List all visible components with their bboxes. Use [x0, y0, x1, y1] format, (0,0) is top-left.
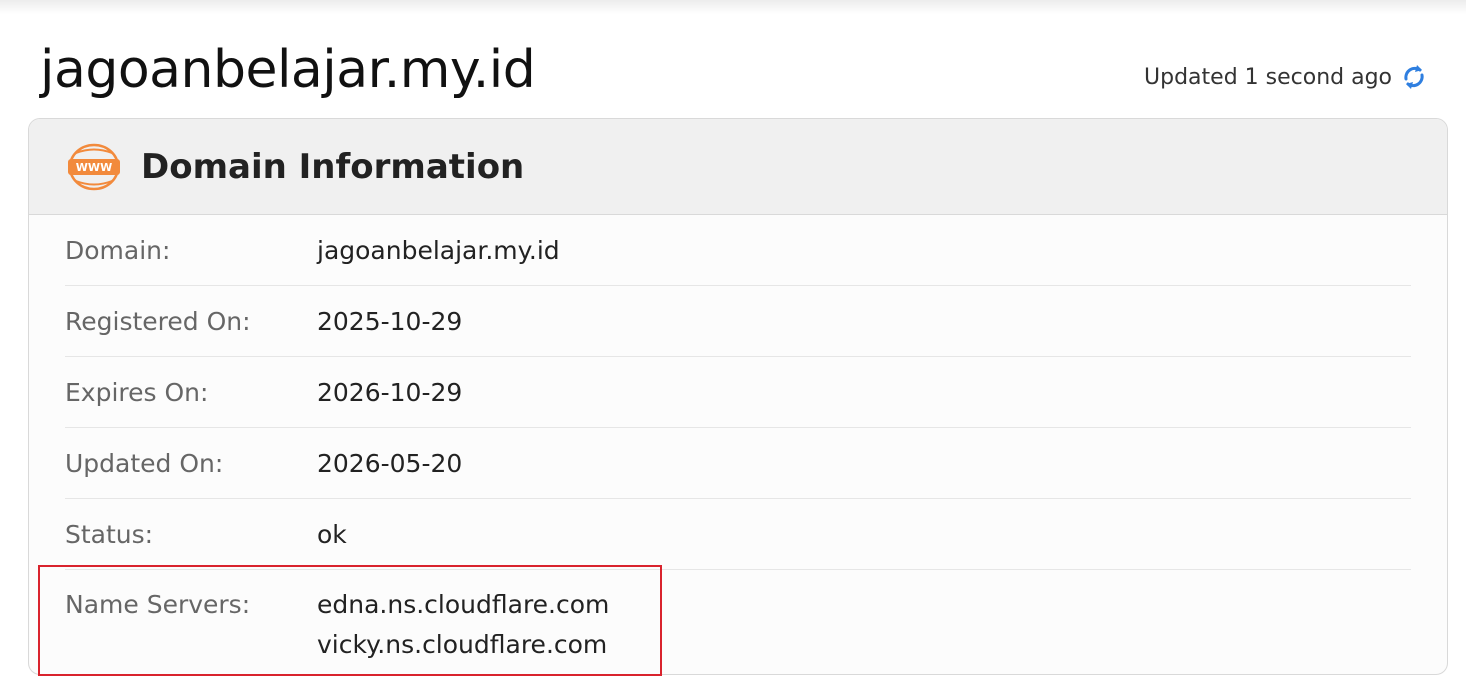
- row-domain: Domain: jagoanbelajar.my.id: [65, 215, 1411, 286]
- card-title: Domain Information: [141, 146, 525, 187]
- name-server-list: edna.ns.cloudflare.com vicky.ns.cloudfla…: [317, 590, 609, 665]
- row-label: Expires On:: [65, 377, 209, 407]
- updated-status: Updated 1 second ago: [1144, 62, 1428, 92]
- www-icon-text: WWW: [76, 161, 112, 174]
- row-label: Registered On:: [65, 306, 251, 336]
- page-title: jagoanbelajar.my.id: [40, 40, 536, 100]
- top-shadow: [0, 0, 1466, 14]
- row-registered-on: Registered On: 2025-10-29: [65, 286, 1411, 357]
- updated-text: Updated 1 second ago: [1144, 64, 1392, 90]
- row-expires-on: Expires On: 2026-10-29: [65, 357, 1411, 428]
- row-value: jagoanbelajar.my.id: [317, 235, 560, 265]
- row-value: 2026-05-20: [317, 448, 463, 478]
- row-value: ok: [317, 519, 347, 549]
- row-updated-on: Updated On: 2026-05-20: [65, 428, 1411, 499]
- row-value: 2026-10-29: [317, 377, 463, 407]
- info-rows: Domain: jagoanbelajar.my.id Registered O…: [29, 215, 1447, 665]
- card-header: WWW Domain Information: [29, 119, 1447, 215]
- www-globe-icon: WWW: [68, 143, 120, 190]
- name-server-item: vicky.ns.cloudflare.com: [317, 630, 608, 659]
- row-status: Status: ok: [65, 499, 1411, 570]
- name-server-item: edna.ns.cloudflare.com: [317, 590, 610, 619]
- domain-information-card: WWW Domain Information Domain: jagoanbel…: [28, 118, 1448, 675]
- row-label: Status:: [65, 519, 154, 549]
- refresh-icon[interactable]: [1400, 62, 1428, 92]
- row-label: Domain:: [65, 235, 171, 265]
- row-label: Name Servers:: [65, 590, 251, 619]
- row-name-servers: Name Servers: edna.ns.cloudflare.com vic…: [65, 570, 1411, 665]
- row-label: Updated On:: [65, 448, 224, 478]
- row-value: 2025-10-29: [317, 306, 463, 336]
